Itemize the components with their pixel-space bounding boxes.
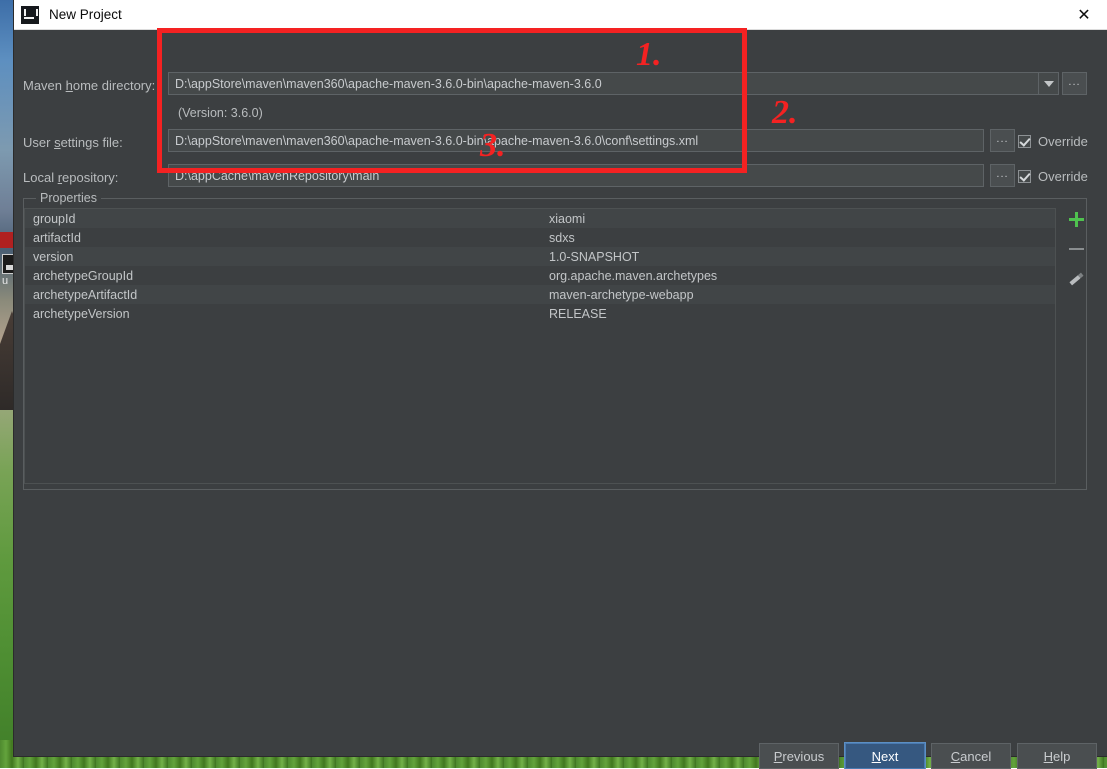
property-name: groupId — [33, 211, 76, 226]
user-settings-input[interactable]: D:\appStore\maven\maven360\apache-maven-… — [168, 129, 984, 152]
next-button[interactable]: Next — [845, 743, 925, 769]
local-repository-browse-button[interactable]: ... — [990, 164, 1015, 187]
table-row[interactable]: groupId xiaomi — [25, 209, 1055, 228]
dialog-titlebar: New Project ✕ — [14, 0, 1107, 30]
local-repository-input[interactable]: D:\appCache\mavenRepository\main — [168, 164, 984, 187]
intellij-idea-icon — [21, 5, 39, 24]
local-repository-override-checkbox[interactable]: Override — [1018, 169, 1088, 184]
user-settings-override-checkbox[interactable]: Override — [1018, 134, 1088, 149]
dialog-body: Maven home directory: D:\appStore\maven\… — [14, 30, 1107, 769]
plus-icon[interactable] — [1067, 210, 1085, 228]
maven-home-input[interactable]: D:\appStore\maven\maven360\apache-maven-… — [168, 72, 1039, 95]
properties-toolbar — [1064, 210, 1088, 288]
properties-table[interactable]: groupId xiaomi artifactId sdxs version 1… — [24, 208, 1056, 484]
maven-version-note: (Version: 3.6.0) — [178, 106, 263, 120]
property-value[interactable]: maven-archetype-webapp — [545, 288, 1055, 302]
property-value[interactable]: RELEASE — [545, 307, 1055, 321]
maven-home-browse-button[interactable]: ... — [1062, 72, 1087, 95]
table-row[interactable]: artifactId sdxs — [25, 228, 1055, 247]
property-name: version — [33, 249, 74, 264]
chevron-down-icon[interactable] — [1039, 72, 1059, 95]
local-repository-override-label: Override — [1038, 169, 1088, 184]
table-row[interactable]: archetypeArtifactId maven-archetype-weba… — [25, 285, 1055, 304]
new-project-dialog: New Project ✕ Maven home directory: D:\a… — [14, 0, 1107, 769]
dialog-title: New Project — [49, 7, 122, 22]
table-row[interactable]: version 1.0-SNAPSHOT — [25, 247, 1055, 266]
table-row[interactable]: archetypeVersion RELEASE — [25, 304, 1055, 323]
property-value[interactable]: 1.0-SNAPSHOT — [545, 250, 1055, 264]
close-icon[interactable]: ✕ — [1061, 0, 1107, 29]
pencil-icon[interactable] — [1067, 270, 1085, 288]
property-value[interactable]: xiaomi — [545, 212, 1055, 226]
property-value[interactable]: sdxs — [545, 231, 1055, 245]
user-settings-label: User settings file: — [23, 135, 123, 150]
maven-home-label: Maven home directory: — [23, 78, 156, 93]
property-value[interactable]: org.apache.maven.archetypes — [545, 269, 1055, 283]
desktop-icon-label: u — [2, 275, 9, 287]
property-name: archetypeGroupId — [33, 268, 134, 283]
local-repository-label: Local repository: — [23, 170, 119, 185]
checkbox-checked-icon — [1018, 135, 1031, 148]
user-settings-browse-button[interactable]: ... — [990, 129, 1015, 152]
minus-icon[interactable] — [1067, 240, 1085, 258]
property-name: archetypeVersion — [33, 306, 130, 321]
properties-legend: Properties — [36, 191, 101, 205]
property-name: artifactId — [33, 230, 81, 245]
help-button[interactable]: Help — [1017, 743, 1097, 769]
cancel-button[interactable]: Cancel — [931, 743, 1011, 769]
property-name: archetypeArtifactId — [33, 287, 138, 302]
user-settings-override-label: Override — [1038, 134, 1088, 149]
previous-button[interactable]: Previous — [759, 743, 839, 769]
checkbox-checked-icon — [1018, 170, 1031, 183]
table-row[interactable]: archetypeGroupId org.apache.maven.archet… — [25, 266, 1055, 285]
